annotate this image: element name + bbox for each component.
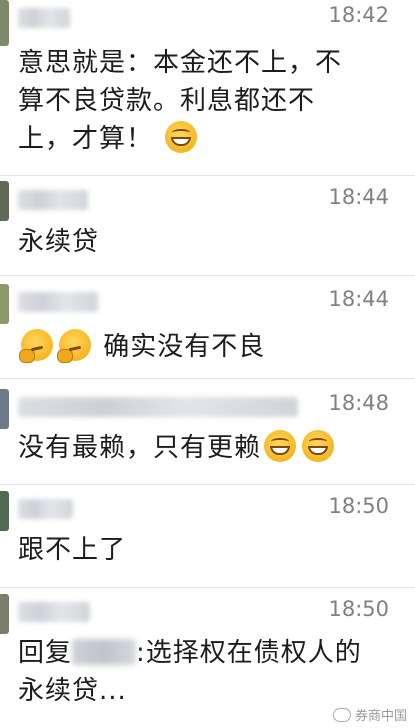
- message-text: 没有最赖，只有更赖: [18, 429, 403, 467]
- message-text: 确实没有不良: [18, 328, 403, 366]
- message-text: 回复:选择权在债权人的 永续贷...: [18, 634, 403, 710]
- sender-name-blurred: [18, 397, 298, 417]
- grin-emoji-icon: [165, 121, 198, 153]
- message-line: 没有最赖，只有更赖: [18, 433, 262, 463]
- chat-message: 18:50 跟不上了: [0, 484, 415, 579]
- message-time: 18:50: [328, 494, 389, 518]
- message-text: 永续贷: [18, 227, 100, 257]
- chat-message: 18:44 确实没有不良: [0, 275, 415, 370]
- message-text: 意思就是：本金还不上，不 算不良贷款。利息都还不 上，才算！: [18, 44, 403, 158]
- sender-name-blurred: [18, 8, 70, 28]
- message-time: 18:44: [328, 185, 389, 209]
- reply-line: 回复 :选择权在债权人的: [18, 634, 403, 672]
- watermark-text: 券商中国: [354, 709, 407, 724]
- message-time: 18:44: [328, 287, 389, 311]
- sender-name-blurred: [18, 602, 90, 622]
- avatar[interactable]: [0, 0, 9, 46]
- message-line-with-emoji: 上，才算！: [18, 120, 403, 158]
- chat-message: 18:44 永续贷: [0, 175, 415, 265]
- message-line: 意思就是：本金还不上，不: [18, 48, 343, 78]
- sender-name-blurred: [18, 190, 88, 210]
- grin-emoji-icon: [264, 430, 297, 462]
- avatar[interactable]: [0, 181, 9, 221]
- thinking-emoji-icon: [19, 329, 53, 363]
- avatar[interactable]: [0, 284, 9, 324]
- sender-name-blurred: [18, 292, 98, 312]
- avatar[interactable]: [0, 594, 9, 634]
- message-line: 算不良贷款。利息都还不: [18, 86, 316, 116]
- message-time: 18:50: [328, 597, 389, 621]
- chat-message: 18:48 没有最赖，只有更赖: [0, 378, 415, 478]
- reply-target-blurred: [72, 639, 137, 665]
- avatar[interactable]: [0, 491, 9, 531]
- chat-message: 18:42 意思就是：本金还不上，不 算不良贷款。利息都还不 上，才算！: [0, 0, 415, 168]
- avatar[interactable]: [0, 389, 9, 429]
- message-time: 18:48: [328, 391, 389, 415]
- wechat-icon: [332, 707, 351, 722]
- watermark: 券商中国: [332, 705, 407, 724]
- grin-emoji-icon: [302, 430, 335, 462]
- message-time: 18:42: [328, 3, 389, 27]
- reply-prefix: 回复: [18, 638, 73, 668]
- message-line: 确实没有不良: [103, 332, 266, 362]
- thinking-emoji-icon: [57, 329, 91, 363]
- sender-name-blurred: [18, 499, 73, 519]
- message-text: 跟不上了: [18, 535, 127, 565]
- reply-text: :选择权在债权人的: [136, 638, 362, 668]
- message-line: 上，才算！: [18, 124, 154, 154]
